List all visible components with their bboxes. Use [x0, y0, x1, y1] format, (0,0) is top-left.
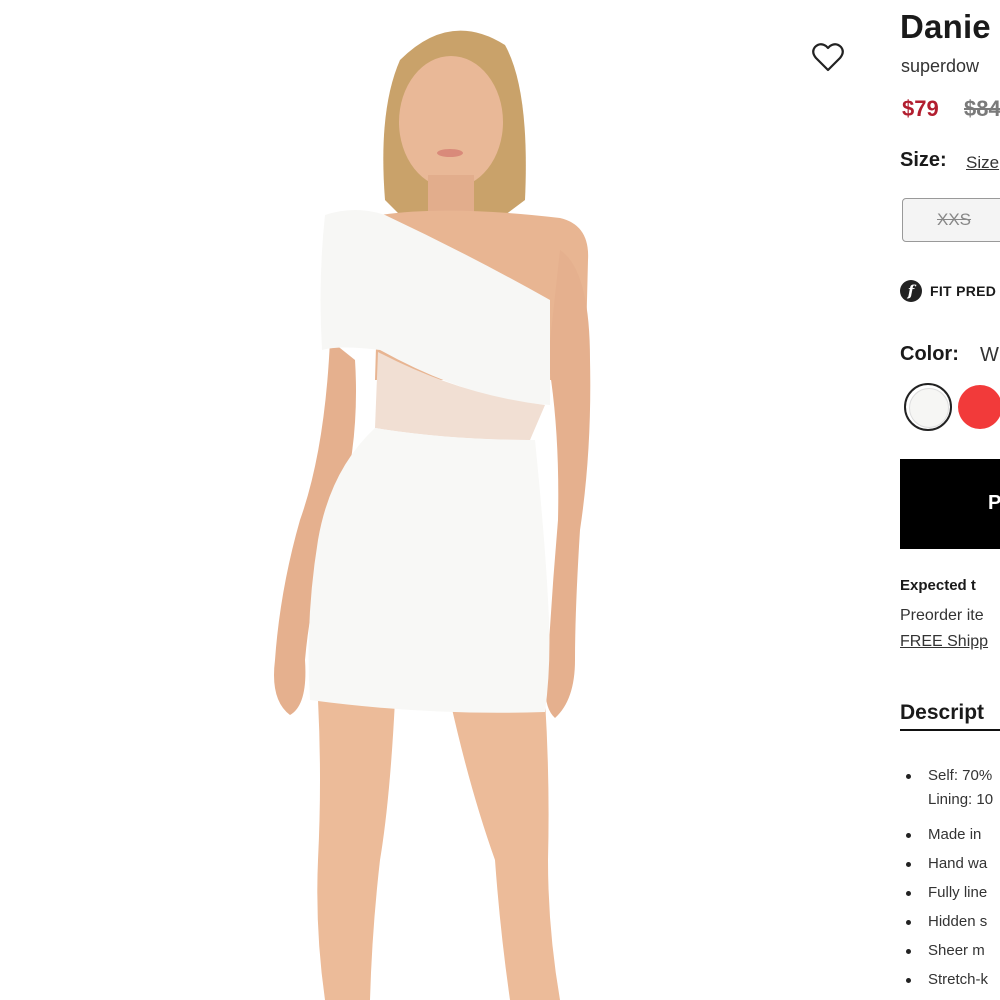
description-heading[interactable]: Descript	[900, 701, 1000, 731]
list-item: Stretch-k	[906, 968, 993, 992]
product-image[interactable]	[0, 0, 880, 1000]
list-item: Sheer m	[906, 939, 993, 963]
color-swatch-white[interactable]	[904, 383, 952, 431]
preorder-button[interactable]: P	[900, 459, 1000, 549]
list-item-text: Stretch-k	[928, 971, 989, 988]
list-item: Hand wa	[906, 852, 993, 876]
size-guide-link[interactable]: Size	[966, 153, 999, 173]
expected-delivery: Expected t	[900, 577, 976, 594]
size-option-xxs[interactable]: XXS	[902, 198, 1000, 242]
list-item: Hidden s	[906, 910, 993, 934]
size-label: Size:	[900, 149, 947, 171]
color-value: W	[980, 344, 999, 366]
list-item: Fully line	[906, 881, 993, 905]
model-photo	[274, 30, 591, 1000]
list-item-text: Fully line	[928, 884, 988, 901]
fit-predictor-icon[interactable]: f	[900, 280, 922, 302]
list-item-text: Hand wa	[928, 855, 988, 872]
preorder-note: Preorder ite	[900, 607, 984, 624]
list-item-text: Lining: 10	[928, 791, 994, 808]
description-list: Self: 70% Lining: 10 Made in Hand wa Ful…	[906, 764, 993, 992]
list-item-text: Sheer m	[928, 942, 985, 959]
color-label: Color:	[900, 343, 959, 365]
product-title: Danie	[900, 8, 991, 45]
preorder-button-label: P	[988, 492, 1000, 514]
sale-price: $79	[902, 96, 939, 121]
list-item-text: Hidden s	[928, 913, 988, 930]
list-item-text: Self: 70%	[928, 767, 993, 784]
list-item: Self: 70% Lining: 10	[906, 764, 993, 818]
free-shipping-link[interactable]: FREE Shipp	[900, 633, 988, 651]
fit-predictor-link[interactable]: FIT PRED	[930, 283, 996, 299]
brand-name[interactable]: superdow	[901, 56, 979, 77]
size-option-label: XXS	[937, 210, 972, 229]
wishlist-heart-icon[interactable]	[810, 40, 846, 74]
product-info-panel: Danie superdow $79 $84 Size: Size XXS f …	[900, 0, 1000, 1000]
list-item: Made in	[906, 823, 993, 847]
original-price: $84	[964, 96, 1000, 121]
list-item-text: Made in	[928, 826, 982, 843]
color-swatch-red[interactable]	[958, 385, 1000, 429]
